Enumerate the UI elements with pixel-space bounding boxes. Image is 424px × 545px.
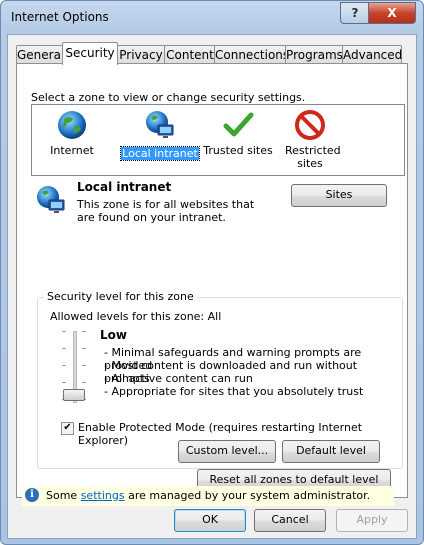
close-button[interactable]: X xyxy=(368,2,416,24)
zone-label-local-intranet: Local intranet xyxy=(120,146,200,161)
protected-mode-checkbox[interactable]: ✔ xyxy=(61,422,74,435)
internet-options-window: Internet Options ? X General Security Pr… xyxy=(0,0,424,545)
default-level-button[interactable]: Default level xyxy=(282,440,380,463)
zone-list: Internet Local intranet Trusted sites Re… xyxy=(31,104,405,176)
security-level-name: Low xyxy=(100,328,127,342)
custom-level-button[interactable]: Custom level... xyxy=(178,440,276,463)
zone-trusted-sites[interactable]: Trusted sites xyxy=(198,109,278,157)
cancel-button[interactable]: Cancel xyxy=(254,509,326,532)
level-bullet: - Appropriate for sites that you absolut… xyxy=(104,385,364,398)
security-tab-panel: Select a zone to view or change security… xyxy=(16,63,408,498)
tab-programs[interactable]: Programs xyxy=(285,45,344,64)
zone-label-trusted-sites: Trusted sites xyxy=(203,144,273,157)
allowed-levels-label: Allowed levels for this zone: All xyxy=(50,310,222,323)
help-button[interactable]: ? xyxy=(340,2,369,24)
restricted-icon xyxy=(294,109,326,141)
zone-restricted-sites[interactable]: Restricted sites xyxy=(270,109,350,170)
intranet-icon xyxy=(144,109,176,141)
security-level-slider[interactable] xyxy=(62,331,86,403)
settings-link[interactable]: settings xyxy=(81,489,125,502)
zone-label-internet: Internet xyxy=(50,144,94,157)
level-bullet: - All active content can run xyxy=(104,372,253,385)
tab-content[interactable]: Content xyxy=(164,45,216,64)
zone-internet[interactable]: Internet xyxy=(32,109,112,157)
tab-privacy[interactable]: Privacy xyxy=(116,45,166,64)
zone-local-intranet[interactable]: Local intranet xyxy=(120,109,200,161)
window-title: Internet Options xyxy=(11,10,109,24)
info-text-suffix: are managed by your system administrator… xyxy=(128,489,371,502)
tab-general[interactable]: General xyxy=(16,45,64,64)
zone-description: This zone is for all websites that are f… xyxy=(77,198,255,224)
sites-button[interactable]: Sites xyxy=(291,184,387,207)
tab-connections[interactable]: Connections xyxy=(214,45,289,64)
slider-thumb[interactable] xyxy=(63,389,85,401)
zone-label-restricted-sites: Restricted sites xyxy=(285,144,341,170)
apply-button[interactable]: Apply xyxy=(336,509,408,532)
admin-info-bar: i Some settings are managed by your syst… xyxy=(22,486,394,506)
globe-icon xyxy=(56,109,88,141)
security-level-group: Security level for this zone Allowed lev… xyxy=(37,290,403,469)
security-level-group-title: Security level for this zone xyxy=(44,290,197,303)
tab-advanced[interactable]: Advanced xyxy=(342,45,402,64)
ok-button[interactable]: OK xyxy=(174,509,246,532)
zone-title: Local intranet xyxy=(77,180,172,194)
info-text-prefix: Some xyxy=(46,489,78,502)
title-bar[interactable]: Internet Options ? X xyxy=(1,1,423,35)
checkmark-icon xyxy=(222,109,254,141)
zone-prompt: Select a zone to view or change security… xyxy=(31,91,306,104)
selected-zone-icon xyxy=(35,184,67,216)
info-icon: i xyxy=(25,488,39,502)
tab-security[interactable]: Security xyxy=(62,42,118,65)
dialog-client-area: General Security Privacy Content Connect… xyxy=(7,34,417,539)
